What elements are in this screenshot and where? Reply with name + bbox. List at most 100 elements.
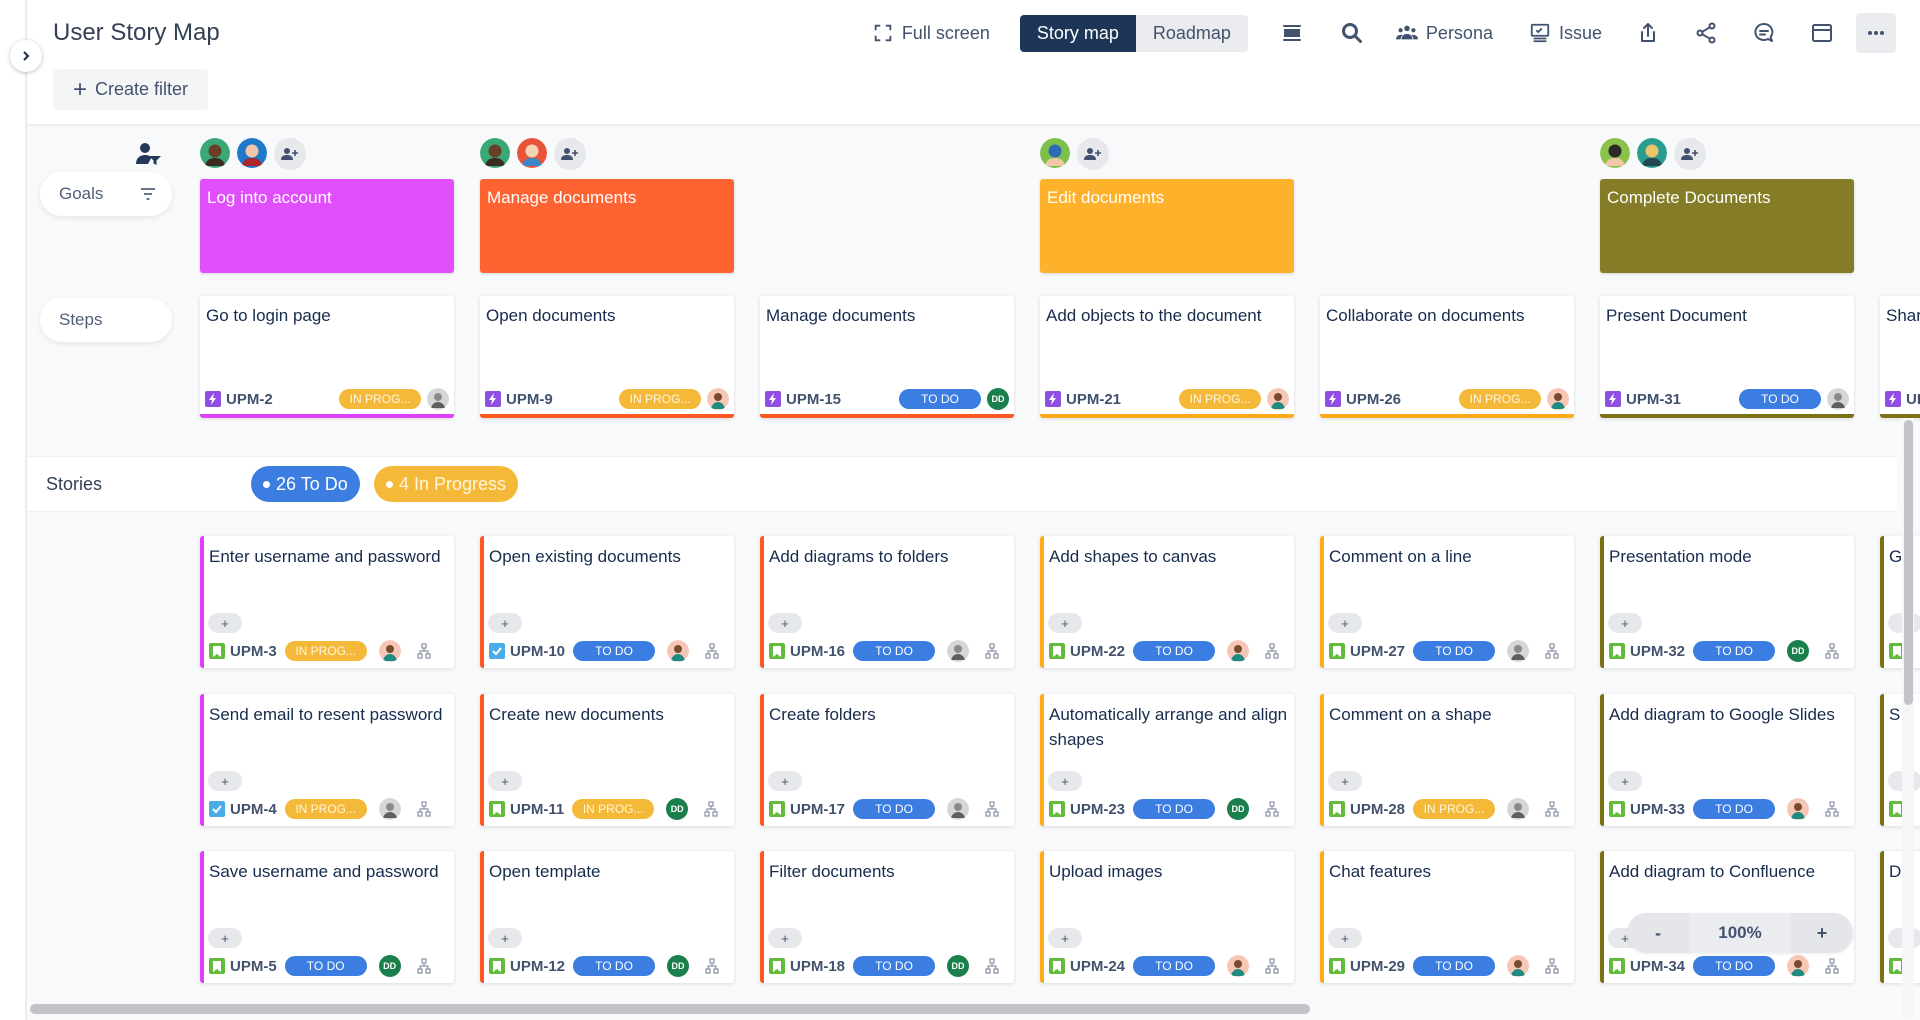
assignee-avatar[interactable] bbox=[427, 388, 449, 410]
hierarchy-icon[interactable] bbox=[704, 801, 718, 817]
story-card[interactable]: D+ bbox=[1880, 851, 1920, 983]
assignee-avatar[interactable] bbox=[1227, 955, 1250, 977]
story-card[interactable]: Upload images + UPM-24 TO DO bbox=[1040, 851, 1294, 983]
step-card[interactable]: Manage documents UPM-15 TO DO DD bbox=[760, 296, 1014, 418]
search-button[interactable] bbox=[1332, 13, 1372, 53]
assignee-avatar[interactable] bbox=[707, 388, 729, 410]
status-badge[interactable]: TO DO bbox=[1739, 389, 1821, 409]
add-persona-button[interactable] bbox=[274, 138, 306, 170]
hierarchy-icon[interactable] bbox=[1545, 958, 1559, 974]
add-subtask-button[interactable]: + bbox=[1328, 771, 1362, 791]
status-badge[interactable]: IN PROG... bbox=[572, 799, 655, 819]
status-badge[interactable]: TO DO bbox=[1133, 799, 1216, 819]
comment-button[interactable] bbox=[1744, 13, 1784, 53]
assignee-avatar[interactable] bbox=[947, 640, 970, 662]
add-subtask-button[interactable]: + bbox=[1328, 928, 1362, 948]
step-card[interactable]: Shar UP bbox=[1880, 296, 1920, 418]
hierarchy-icon[interactable] bbox=[417, 958, 431, 974]
export-button[interactable] bbox=[1628, 13, 1668, 53]
step-card[interactable]: Present Document UPM-31 TO DO bbox=[1600, 296, 1854, 418]
story-card[interactable]: S+ bbox=[1880, 694, 1920, 826]
status-badge[interactable]: TO DO bbox=[1693, 956, 1776, 976]
issue-key[interactable]: UPM-31 bbox=[1626, 391, 1681, 408]
hierarchy-icon[interactable] bbox=[1825, 958, 1839, 974]
add-subtask-button[interactable]: + bbox=[1048, 613, 1082, 633]
hierarchy-icon[interactable] bbox=[1545, 643, 1559, 659]
todo-count-badge[interactable]: 26 To Do bbox=[251, 466, 360, 502]
add-subtask-button[interactable]: + bbox=[488, 771, 522, 791]
assignee-avatar[interactable] bbox=[1507, 640, 1530, 662]
step-card[interactable]: Collaborate on documents UPM-26 IN PROG... bbox=[1320, 296, 1574, 418]
issue-key[interactable]: UPM-15 bbox=[786, 391, 841, 408]
issue-key[interactable]: UPM-34 bbox=[1630, 958, 1685, 975]
status-badge[interactable]: IN PROG... bbox=[1413, 799, 1496, 819]
issue-key[interactable]: UPM-18 bbox=[790, 958, 845, 975]
add-subtask-button[interactable]: + bbox=[488, 613, 522, 633]
issue-key[interactable]: UPM-28 bbox=[1350, 801, 1405, 818]
issue-key[interactable]: UPM-11 bbox=[510, 801, 564, 818]
status-badge[interactable]: IN PROG... bbox=[619, 389, 701, 409]
assignee-avatar[interactable] bbox=[947, 798, 970, 820]
story-card[interactable]: Comment on a line + UPM-27 TO DO bbox=[1320, 536, 1574, 668]
assignee-avatar[interactable] bbox=[378, 640, 401, 662]
issue-button[interactable]: Issue bbox=[1525, 14, 1606, 52]
window-button[interactable] bbox=[1802, 13, 1842, 53]
hierarchy-icon[interactable] bbox=[985, 643, 999, 659]
step-card[interactable]: Go to login page UPM-2 IN PROG... bbox=[200, 296, 454, 418]
add-subtask-button[interactable]: + bbox=[1048, 928, 1082, 948]
hierarchy-icon[interactable] bbox=[417, 801, 431, 817]
hierarchy-icon[interactable] bbox=[1265, 643, 1279, 659]
assignee-avatar[interactable] bbox=[667, 640, 690, 662]
persona-avatar[interactable] bbox=[1600, 138, 1630, 168]
story-card[interactable]: G+ bbox=[1880, 536, 1920, 668]
goal-card[interactable]: Edit documents bbox=[1040, 179, 1294, 273]
assignee-avatar[interactable]: DD bbox=[987, 388, 1009, 410]
status-badge[interactable]: IN PROG... bbox=[284, 799, 367, 819]
assignee-avatar[interactable]: DD bbox=[1227, 798, 1250, 820]
goal-card[interactable]: Complete Documents bbox=[1600, 179, 1854, 273]
tab-story-map[interactable]: Story map bbox=[1019, 14, 1136, 52]
status-badge[interactable]: TO DO bbox=[853, 799, 936, 819]
goal-card[interactable]: Manage documents bbox=[480, 179, 734, 273]
status-badge[interactable]: TO DO bbox=[1693, 799, 1776, 819]
expand-sidebar-button[interactable] bbox=[10, 40, 42, 72]
issue-key[interactable]: UPM-22 bbox=[1070, 643, 1125, 660]
status-badge[interactable]: TO DO bbox=[1693, 641, 1776, 661]
story-card[interactable]: Comment on a shape + UPM-28 IN PROG... bbox=[1320, 694, 1574, 826]
vertical-scrollbar[interactable] bbox=[1904, 420, 1913, 705]
status-badge[interactable]: TO DO bbox=[1133, 956, 1216, 976]
issue-key[interactable]: UPM-5 bbox=[230, 958, 277, 975]
issue-key[interactable]: UPM-9 bbox=[506, 391, 553, 408]
add-persona-button[interactable] bbox=[554, 138, 586, 170]
issue-key[interactable]: UPM-27 bbox=[1350, 643, 1405, 660]
add-subtask-button[interactable]: + bbox=[208, 613, 242, 633]
story-card[interactable]: Add shapes to canvas + UPM-22 TO DO bbox=[1040, 536, 1294, 668]
assignee-avatar[interactable] bbox=[378, 798, 401, 820]
status-badge[interactable]: IN PROG... bbox=[1179, 389, 1261, 409]
add-subtask-button[interactable]: + bbox=[768, 771, 802, 791]
goal-card[interactable]: Log into account bbox=[200, 179, 454, 273]
status-badge[interactable]: TO DO bbox=[853, 641, 936, 661]
hierarchy-icon[interactable] bbox=[705, 643, 719, 659]
story-card[interactable]: Add diagram to Google Slides + UPM-33 TO DO bbox=[1600, 694, 1854, 826]
hierarchy-icon[interactable] bbox=[1545, 801, 1559, 817]
assignee-avatar[interactable] bbox=[1787, 955, 1810, 977]
issue-key[interactable]: UPM-33 bbox=[1630, 801, 1685, 818]
story-card[interactable]: Save username and password + UPM-5 TO DO DD bbox=[200, 851, 454, 983]
in-progress-count-badge[interactable]: 4 In Progress bbox=[374, 466, 519, 502]
add-subtask-button[interactable]: + bbox=[768, 928, 802, 948]
hierarchy-icon[interactable] bbox=[1825, 643, 1839, 659]
status-badge[interactable]: TO DO bbox=[899, 389, 981, 409]
share-button[interactable] bbox=[1686, 13, 1726, 53]
issue-key[interactable]: UPM-16 bbox=[790, 643, 845, 660]
persona-avatar[interactable] bbox=[480, 138, 510, 168]
hierarchy-icon[interactable] bbox=[1825, 801, 1839, 817]
add-persona-button[interactable] bbox=[1077, 138, 1109, 170]
status-badge[interactable]: TO DO bbox=[1413, 956, 1496, 976]
hierarchy-icon[interactable] bbox=[1265, 801, 1279, 817]
assignee-avatar[interactable] bbox=[1267, 388, 1289, 410]
status-badge[interactable]: TO DO bbox=[573, 956, 656, 976]
story-card[interactable]: Open template + UPM-12 TO DO DD bbox=[480, 851, 734, 983]
add-subtask-button[interactable]: + bbox=[1328, 613, 1362, 633]
assignee-avatar[interactable] bbox=[1227, 640, 1250, 662]
